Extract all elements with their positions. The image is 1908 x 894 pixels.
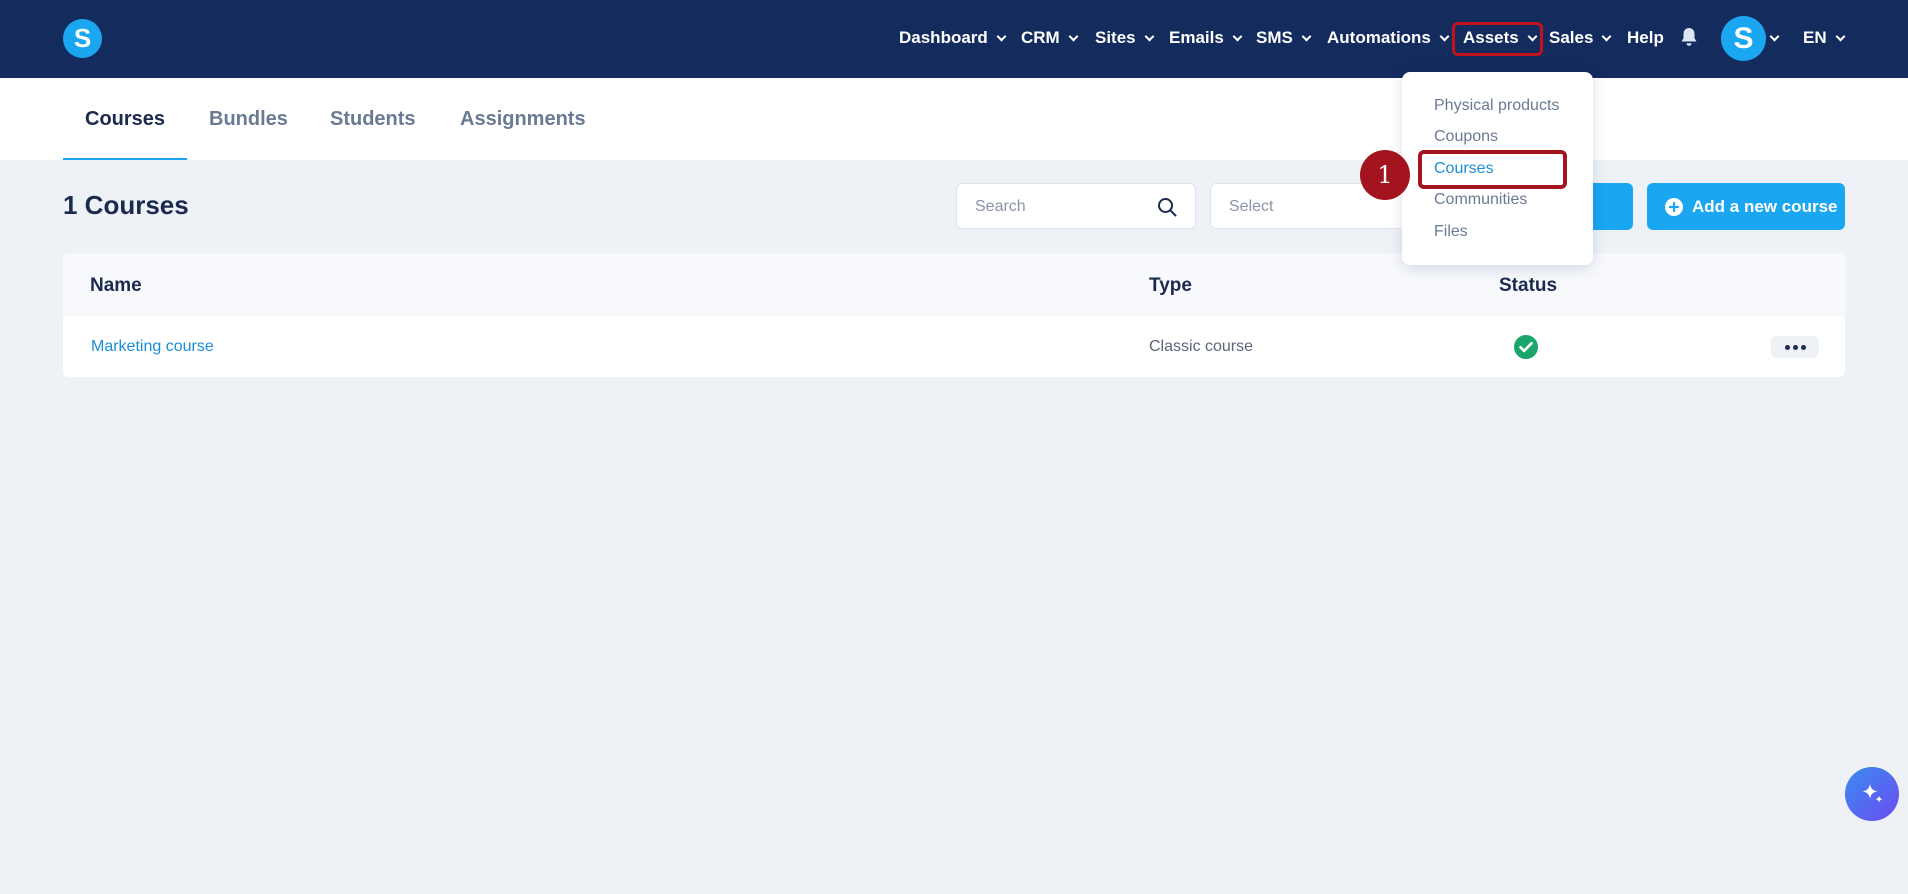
nav-item-sites[interactable]: Sites (1095, 26, 1155, 50)
user-avatar[interactable]: S (1721, 16, 1766, 61)
chevron-down-icon (1769, 31, 1780, 41)
avatar-letter: S (1733, 21, 1754, 55)
nav-item-sms[interactable]: SMS (1256, 26, 1312, 50)
nav-item-automations[interactable]: Automations (1327, 26, 1450, 50)
sub-tabs-bar: Courses Bundles Students Assignments (0, 78, 1908, 160)
language-label: EN (1803, 28, 1827, 47)
chevron-down-icon (1068, 31, 1079, 41)
menu-item-files[interactable]: Files (1434, 223, 1468, 241)
step-number-badge: 1 (1360, 150, 1410, 200)
column-header-name[interactable]: Name (90, 275, 142, 297)
nav-item-label: Sales (1549, 28, 1594, 47)
column-header-type[interactable]: Type (1149, 275, 1192, 297)
plus-circle-icon (1665, 197, 1683, 216)
more-dot (1800, 344, 1806, 350)
nav-item-label: SMS (1256, 28, 1293, 47)
course-type: Classic course (1149, 338, 1254, 355)
sparkle-icon (1862, 784, 1883, 803)
menu-item-coupons[interactable]: Coupons (1434, 128, 1498, 146)
course-name-link[interactable]: Marketing course (91, 338, 214, 356)
more-dot (1784, 344, 1790, 350)
nav-item-label: Automations (1327, 28, 1431, 47)
nav-item-label: Sites (1095, 28, 1136, 47)
assets-highlight-box (1452, 22, 1543, 56)
language-selector[interactable]: EN (1803, 26, 1846, 50)
table-row[interactable]: Marketing course Classic course (63, 316, 1845, 377)
nav-item-label: CRM (1021, 28, 1060, 47)
nav-item-label: Help (1627, 28, 1664, 47)
tab-students[interactable]: Students (330, 108, 416, 131)
nav-item-dashboard[interactable]: Dashboard (899, 26, 1007, 50)
page-title: 1 Courses (63, 190, 189, 220)
row-actions-button[interactable] (1771, 336, 1819, 358)
chevron-down-icon (996, 31, 1007, 41)
ai-assistant-button[interactable] (1845, 767, 1899, 821)
nav-item-help[interactable]: Help (1627, 26, 1664, 50)
chevron-down-icon (1144, 31, 1155, 41)
chevron-down-icon (1232, 31, 1243, 41)
courses-menu-highlight-box (1418, 150, 1567, 189)
menu-item-physical-products[interactable]: Physical products (1434, 97, 1559, 115)
nav-item-label: Dashboard (899, 28, 988, 47)
nav-item-sales[interactable]: Sales (1549, 26, 1612, 50)
nav-item-label: Emails (1169, 28, 1224, 47)
menu-item-communities[interactable]: Communities (1434, 191, 1527, 209)
search-input[interactable]: Search (956, 183, 1196, 229)
avatar-menu-toggle[interactable] (1769, 26, 1780, 50)
search-icon (1158, 198, 1177, 217)
active-tab-indicator (63, 158, 187, 160)
nav-item-emails[interactable]: Emails (1169, 26, 1243, 50)
main-nav: Dashboard CRM Sites Emails SMS Automatio… (0, 0, 1908, 78)
more-dot (1792, 344, 1798, 350)
chevron-down-icon (1601, 31, 1612, 41)
bell-icon[interactable] (1680, 27, 1698, 47)
add-course-button[interactable]: Add a new course (1647, 183, 1845, 230)
tab-assignments[interactable]: Assignments (460, 108, 586, 131)
search-placeholder: Search (975, 198, 1026, 215)
nav-item-crm[interactable]: CRM (1021, 26, 1079, 50)
courses-table: Name Type Status Marketing course Classi… (63, 253, 1845, 377)
add-course-label: Add a new course (1692, 196, 1838, 216)
status-check-icon (1514, 335, 1538, 359)
select-placeholder: Select (1229, 198, 1274, 215)
tab-bundles[interactable]: Bundles (209, 108, 288, 131)
chevron-down-icon (1439, 31, 1450, 41)
chevron-down-icon (1301, 31, 1312, 41)
chevron-down-icon (1835, 31, 1846, 41)
column-header-status[interactable]: Status (1499, 275, 1557, 297)
top-navigation-bar: S Dashboard CRM Sites Emails SMS Automat… (0, 0, 1908, 78)
tab-courses[interactable]: Courses (85, 108, 165, 131)
